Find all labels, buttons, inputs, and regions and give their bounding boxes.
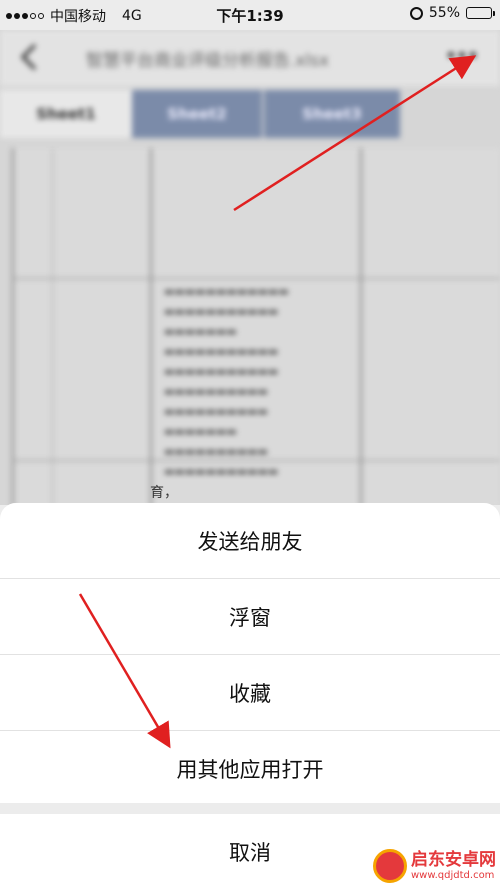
send-to-friend-option[interactable]: 发送给朋友: [0, 503, 500, 578]
action-sheet: 发送给朋友 浮窗 收藏 用其他应用打开 取消: [0, 503, 500, 889]
watermark-logo-icon: [373, 849, 407, 883]
alarm-icon: [409, 6, 423, 20]
battery-percent: 55%: [428, 5, 460, 21]
document-title: 智慧平台商业评级分析报告.xlsx: [86, 51, 330, 71]
battery-icon: [466, 7, 495, 19]
tab-sheet3[interactable]: Sheet3: [264, 90, 400, 138]
document-viewer: 智慧平台商业评级分析报告.xlsx Sheet1 Sheet2 Sheet3 ▬…: [0, 30, 500, 505]
more-icon[interactable]: [448, 52, 476, 58]
tab-sheet2[interactable]: Sheet2: [132, 90, 262, 138]
sheet-tabs: Sheet1 Sheet2 Sheet3: [0, 90, 500, 138]
floating-window-option[interactable]: 浮窗: [0, 579, 500, 654]
visible-cell-text: 育，: [150, 485, 178, 501]
back-icon[interactable]: [18, 42, 42, 72]
open-with-other-app-option[interactable]: 用其他应用打开: [0, 731, 500, 806]
status-right: 55%: [409, 5, 495, 21]
site-watermark: 启东安卓网 www.qdjdtd.com: [373, 849, 496, 883]
watermark-title: 启东安卓网: [411, 850, 496, 871]
spreadsheet-grid: ▬▬▬▬▬▬▬▬▬▬▬▬ ▬▬▬▬▬▬▬▬▬▬▬ ▬▬▬▬▬▬▬ ▬▬▬▬▬▬▬▬▬▬…: [12, 148, 500, 505]
favorite-option[interactable]: 收藏: [0, 655, 500, 730]
tab-sheet1[interactable]: Sheet1: [0, 90, 132, 138]
status-bar: 中国移动 4G 下午1:39 55%: [0, 0, 500, 30]
watermark-url: www.qdjdtd.com: [411, 869, 495, 881]
cell-paragraph: ▬▬▬▬▬▬▬▬▬▬▬▬ ▬▬▬▬▬▬▬▬▬▬▬ ▬▬▬▬▬▬▬ ▬▬▬▬▬▬▬▬▬▬…: [164, 285, 289, 478]
nav-bar: 智慧平台商业评级分析报告.xlsx: [0, 30, 500, 86]
